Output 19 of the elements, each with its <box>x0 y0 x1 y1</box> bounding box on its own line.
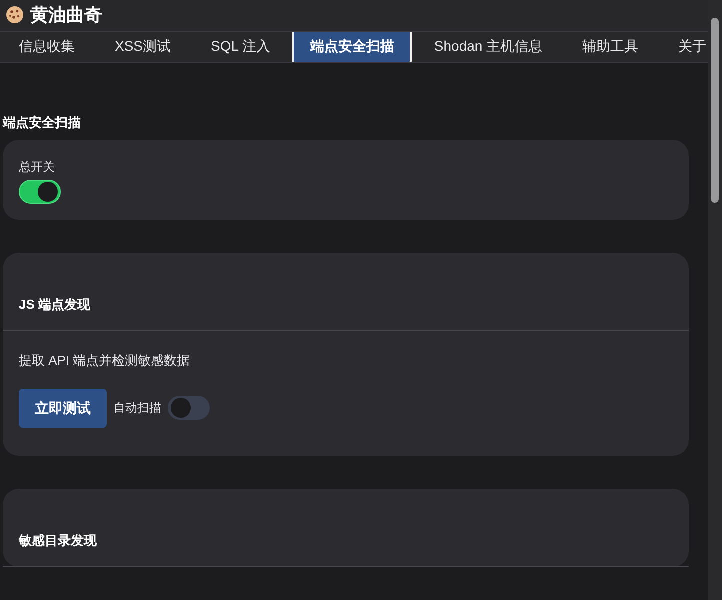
module-title: 敏感目录发现 <box>19 532 97 548</box>
tab[interactable]: 信息收集 <box>1 32 93 62</box>
tab[interactable]: 端点安全扫描 <box>292 32 412 62</box>
scrollbar[interactable] <box>708 0 722 600</box>
module-description: 提取 API 端点并检测敏感数据 <box>19 352 192 370</box>
cookie-icon <box>6 6 24 24</box>
module-title: JS 端点发现 <box>19 296 91 312</box>
toggle-switch[interactable] <box>19 180 61 204</box>
tab[interactable]: 辅助工具 <box>564 32 657 62</box>
section-title: 端点安全扫描 <box>3 114 82 132</box>
tab[interactable]: 关于 <box>660 32 708 62</box>
app-title: 黄油曲奇 <box>30 4 102 27</box>
tab[interactable]: Shodan 主机信息 <box>416 32 561 62</box>
switch-label: 总开关 <box>19 159 56 176</box>
test-button[interactable]: 立即测试 <box>19 388 107 428</box>
tab[interactable]: XSS测试 <box>97 32 190 62</box>
tab[interactable]: SQL 注入 <box>193 32 288 62</box>
switch-label: 自动扫描 <box>114 400 162 417</box>
toggle-switch[interactable] <box>168 396 210 420</box>
